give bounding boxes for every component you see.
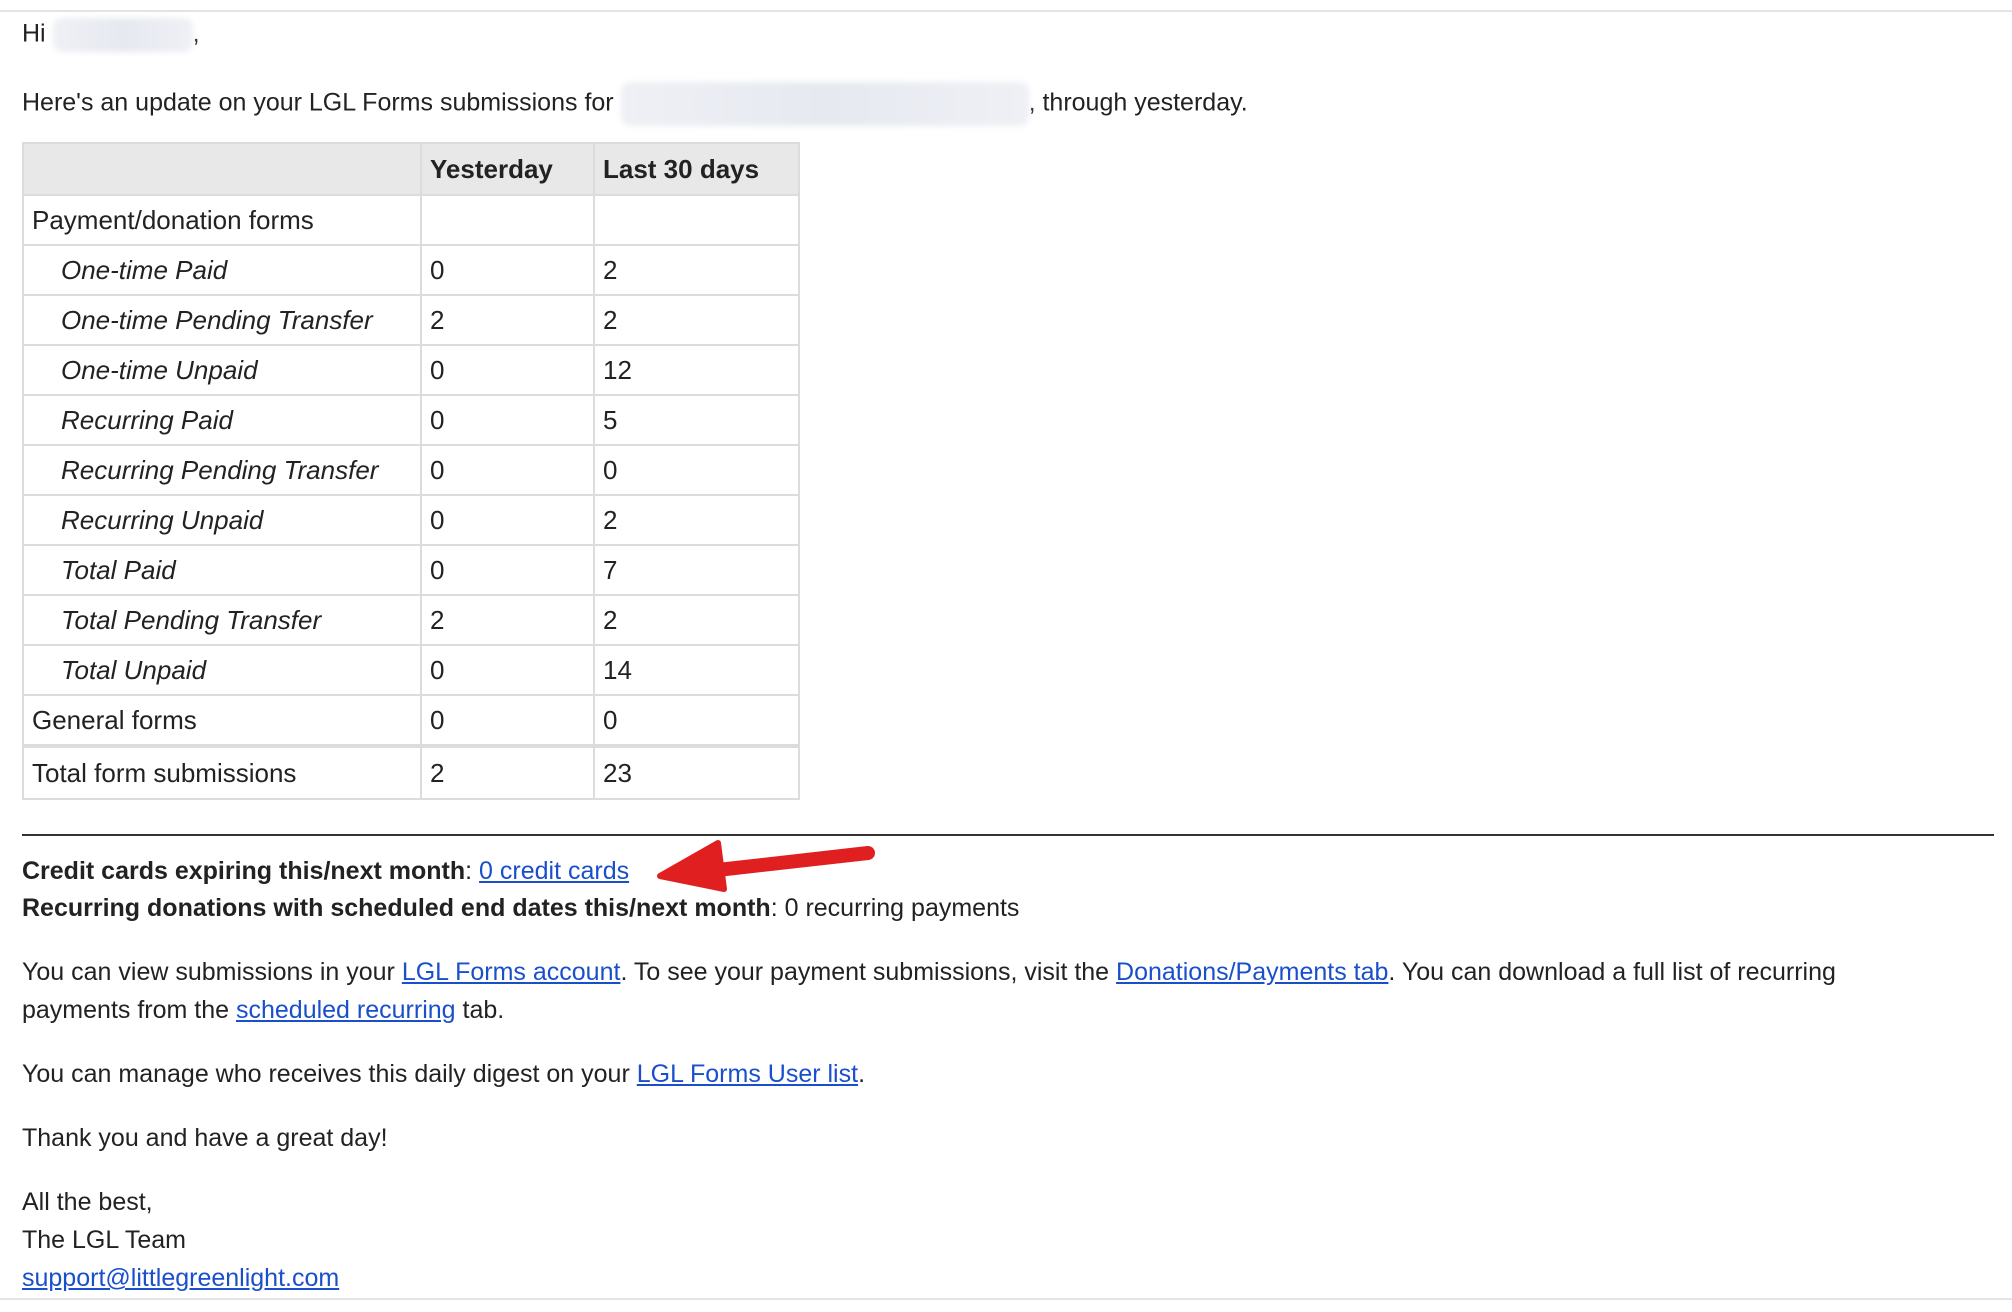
- table-row: Recurring Paid 0 5: [22, 394, 800, 446]
- view-text-5: tab.: [455, 996, 505, 1024]
- row-yesterday: 0: [420, 644, 595, 696]
- recurring-end-label: Recurring donations with scheduled end d…: [22, 894, 771, 922]
- row-last30: 2: [593, 244, 800, 296]
- view-text-4: payments from the: [22, 996, 236, 1024]
- row-last30: 2: [593, 294, 800, 346]
- row-yesterday: 2: [420, 294, 595, 346]
- recurring-end-colon: :: [770, 894, 778, 922]
- row-label: Total Paid: [22, 544, 422, 596]
- row-yesterday: 0: [420, 494, 595, 546]
- view-submissions-line-1: You can view submissions in your LGL For…: [22, 957, 1836, 987]
- view-text-1: You can view submissions in your: [22, 958, 402, 986]
- table-row: Payment/donation forms: [22, 194, 800, 246]
- table-row: Total Unpaid 0 14: [22, 644, 800, 696]
- row-label: Recurring Unpaid: [22, 494, 422, 546]
- support-email-line: support@littlegreenlight.com: [22, 1263, 339, 1293]
- row-label: Total Pending Transfer: [22, 594, 422, 646]
- row-last30: 0: [593, 444, 800, 496]
- row-yesterday: 2: [420, 744, 595, 800]
- row-last30: 23: [593, 744, 800, 800]
- row-label: General forms: [22, 694, 422, 747]
- row-last30: [593, 194, 800, 246]
- table-row: General forms 0 0: [22, 694, 800, 747]
- view-submissions-line-2: payments from the scheduled recurring ta…: [22, 995, 504, 1025]
- scheduled-recurring-link[interactable]: scheduled recurring: [236, 996, 456, 1024]
- recurring-end-value: 0 recurring payments: [784, 894, 1020, 922]
- header-label: [22, 142, 422, 196]
- row-label: Recurring Paid: [22, 394, 422, 446]
- row-label: Total Unpaid: [22, 644, 422, 696]
- row-last30: 0: [593, 694, 800, 747]
- greeting-comma: ,: [192, 19, 200, 48]
- header-yesterday: Yesterday: [420, 142, 595, 196]
- row-yesterday: 2: [420, 594, 595, 646]
- row-yesterday: 0: [420, 344, 595, 396]
- intro-text-before: Here's an update on your LGL Forms submi…: [22, 88, 614, 117]
- row-label: Payment/donation forms: [22, 194, 422, 246]
- row-yesterday: [420, 194, 595, 246]
- row-label: One-time Pending Transfer: [22, 294, 422, 346]
- manage-digest-line: You can manage who receives this daily d…: [22, 1059, 865, 1089]
- section-divider: [22, 834, 1994, 836]
- row-yesterday: 0: [420, 544, 595, 596]
- view-text-3: . You can download a full list of recurr…: [1388, 958, 1836, 986]
- row-label: Recurring Pending Transfer: [22, 444, 422, 496]
- row-yesterday: 0: [420, 444, 595, 496]
- row-last30: 7: [593, 544, 800, 596]
- row-yesterday: 0: [420, 394, 595, 446]
- row-last30: 14: [593, 644, 800, 696]
- table-header-row: Yesterday Last 30 days: [22, 142, 800, 196]
- bottom-divider: [0, 1298, 2012, 1300]
- credit-cards-line: Credit cards expiring this/next month: 0…: [22, 856, 629, 886]
- thanks-line: Thank you and have a great day!: [22, 1124, 388, 1152]
- header-last-30-days: Last 30 days: [593, 142, 800, 196]
- row-yesterday: 0: [420, 244, 595, 296]
- view-text-2: . To see your payment submissions, visit…: [620, 958, 1117, 986]
- lgl-forms-account-link[interactable]: LGL Forms account: [402, 958, 621, 986]
- row-last30: 5: [593, 394, 800, 446]
- lgl-forms-user-list-link[interactable]: LGL Forms User list: [637, 1060, 858, 1088]
- credit-cards-colon: :: [465, 857, 473, 885]
- table-row: One-time Pending Transfer 2 2: [22, 294, 800, 346]
- row-label: One-time Unpaid: [22, 344, 422, 396]
- redacted-org: [620, 82, 1029, 126]
- row-last30: 2: [593, 494, 800, 546]
- redacted-name: [52, 18, 193, 52]
- table-row: One-time Paid 0 2: [22, 244, 800, 296]
- table-row: Total Paid 0 7: [22, 544, 800, 596]
- recurring-end-line: Recurring donations with scheduled end d…: [22, 893, 1019, 923]
- signoff-line-2: The LGL Team: [22, 1226, 186, 1254]
- table-row-total: Total form submissions 2 23: [22, 744, 800, 800]
- manage-text-2: .: [858, 1060, 866, 1088]
- intro-line: Here's an update on your LGL Forms submi…: [22, 82, 1248, 126]
- intro-text-after: , through yesterday.: [1028, 88, 1248, 117]
- table-row: Recurring Pending Transfer 0 0: [22, 444, 800, 496]
- manage-text-1: You can manage who receives this daily d…: [22, 1060, 637, 1088]
- credit-cards-label: Credit cards expiring this/next month: [22, 857, 466, 885]
- greeting: Hi ,: [22, 18, 200, 52]
- signoff-line-1: All the best,: [22, 1188, 153, 1216]
- row-label: One-time Paid: [22, 244, 422, 296]
- table-row: One-time Unpaid 0 12: [22, 344, 800, 396]
- greeting-hi: Hi: [22, 19, 46, 48]
- table-row: Recurring Unpaid 0 2: [22, 494, 800, 546]
- support-email-link[interactable]: support@littlegreenlight.com: [22, 1264, 339, 1292]
- top-divider: [0, 10, 2012, 12]
- row-last30: 2: [593, 594, 800, 646]
- row-last30: 12: [593, 344, 800, 396]
- credit-cards-link[interactable]: 0 credit cards: [479, 857, 629, 885]
- row-yesterday: 0: [420, 694, 595, 747]
- table-row: Total Pending Transfer 2 2: [22, 594, 800, 646]
- row-label: Total form submissions: [22, 744, 422, 800]
- donations-payments-tab-link[interactable]: Donations/Payments tab: [1116, 958, 1388, 986]
- submissions-table: Yesterday Last 30 days Payment/donation …: [22, 142, 800, 800]
